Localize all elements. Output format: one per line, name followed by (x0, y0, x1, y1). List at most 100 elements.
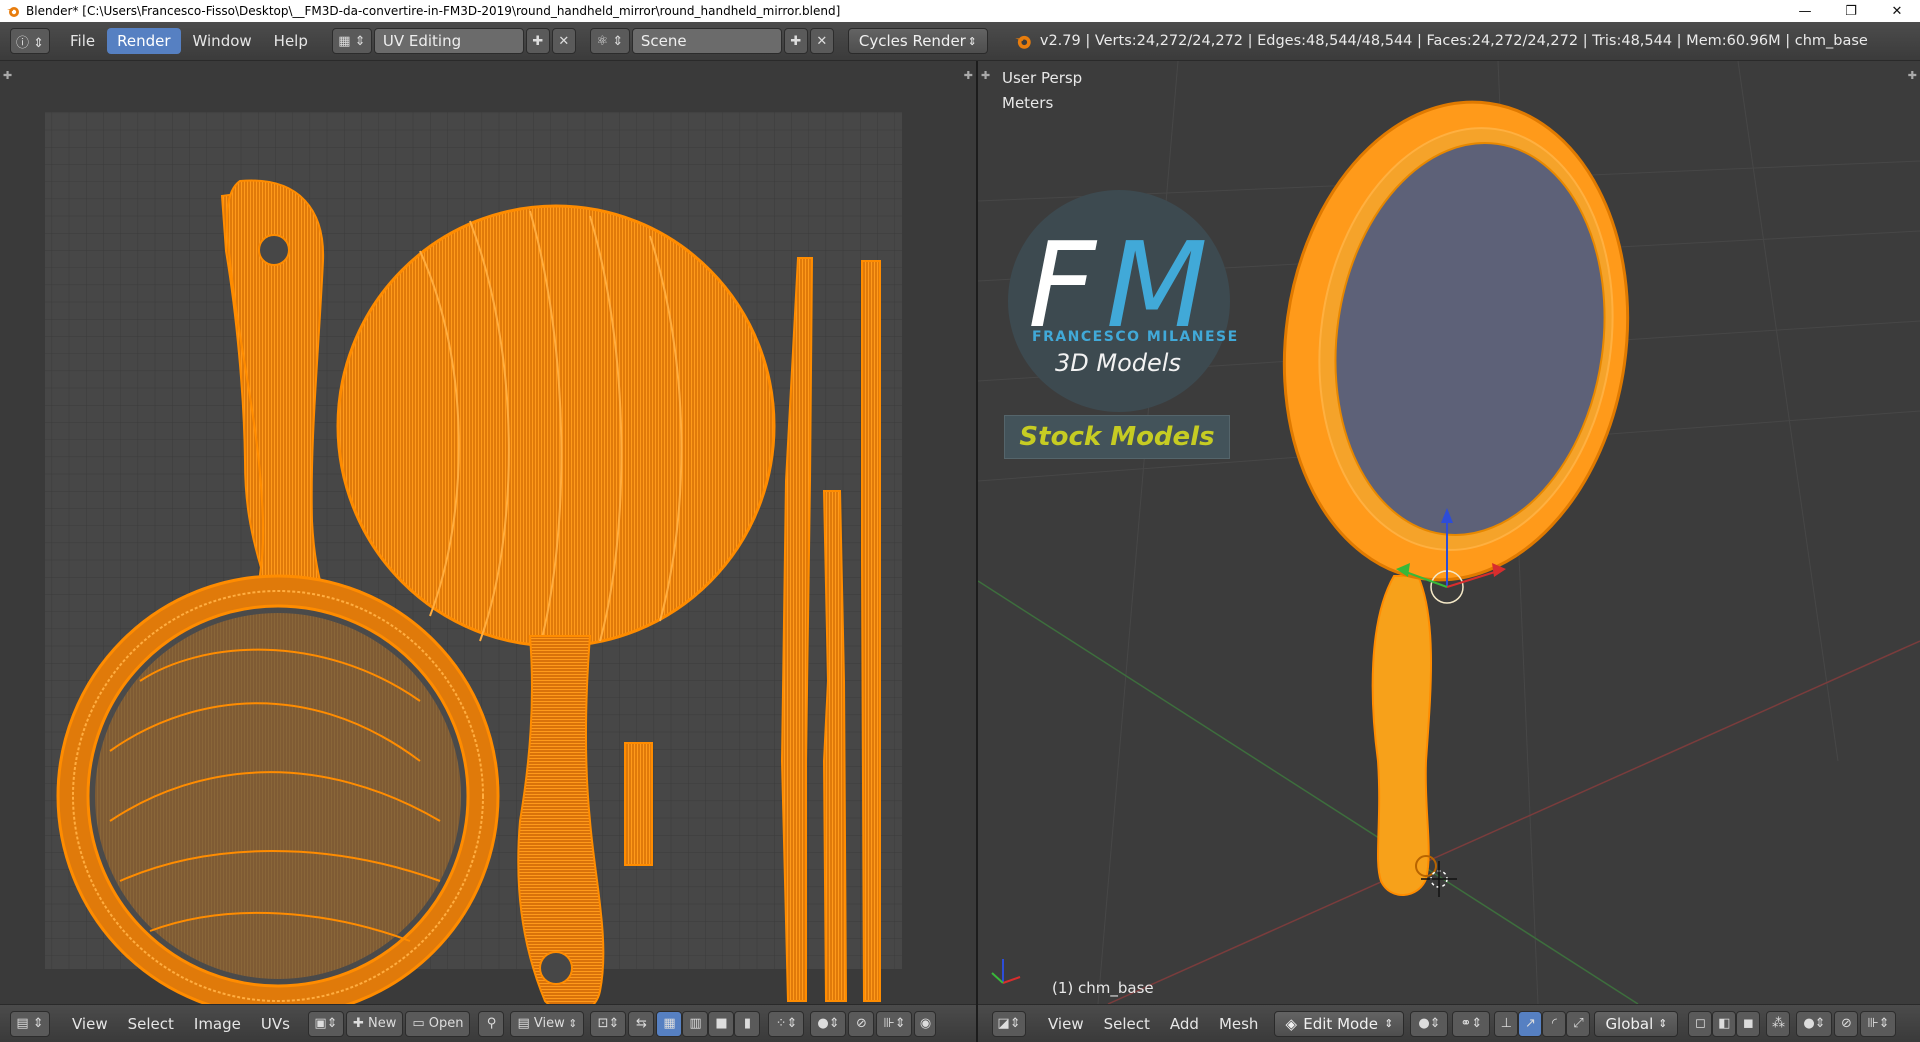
edge-select-mode[interactable]: ◧ (1712, 1010, 1737, 1037)
pin-icon: ⚲ (486, 1016, 497, 1031)
x-axis-line (1107, 640, 1920, 1004)
mode-dropdown[interactable]: ◈ Edit Mode ⇕ (1274, 1010, 1405, 1037)
edge-select-icon: ◧ (1718, 1016, 1731, 1031)
view-mode-label: View (533, 1016, 565, 1031)
snap-toggle[interactable]: ⊘ (1834, 1010, 1859, 1037)
render-engine-label: Cycles Render (858, 32, 966, 50)
toolshelf-expand-icon[interactable]: ✚ (981, 69, 990, 82)
manipulator-toggle[interactable]: ⊥ (1494, 1010, 1519, 1037)
add-scene-button[interactable]: ✚ (783, 28, 808, 54)
dropdown-arrows-icon: ⇕ (1658, 1017, 1668, 1030)
menu-help[interactable]: Help (264, 28, 318, 54)
transform-orientation-dropdown[interactable]: Global ⇕ (1594, 1010, 1679, 1037)
sync-selection-toggle[interactable]: ⇆ (628, 1010, 655, 1037)
translate-manipulator[interactable]: ↗ (1518, 1010, 1543, 1037)
menu-file[interactable]: File (60, 28, 105, 54)
mode-label: Edit Mode (1303, 1014, 1378, 1033)
rotate-icon: ◜ (1551, 1016, 1557, 1031)
menu-view[interactable]: View (62, 1011, 118, 1037)
restore-button[interactable]: ❐ (1828, 0, 1874, 22)
open-image-label: Open (428, 1016, 464, 1031)
snap-toggle[interactable]: ⊘ (848, 1010, 875, 1037)
scale-manipulator[interactable]: ⤢ (1566, 1010, 1591, 1037)
menu-image[interactable]: Image (184, 1011, 251, 1037)
scene-selector[interactable]: ⚛ ⇕ (589, 28, 630, 54)
island-select-mode[interactable]: ▮ (734, 1010, 761, 1037)
snap-element-dropdown[interactable]: ⊪⇕ (1860, 1010, 1897, 1037)
menu-render[interactable]: Render (107, 28, 181, 54)
scene-icon: ⚛ ⇕ (596, 33, 624, 49)
screen-layout-field[interactable]: UV Editing (373, 28, 524, 54)
blender-logo-icon (7, 7, 19, 17)
image-browse-button[interactable]: ▣⇕ (307, 1010, 344, 1037)
plus-icon: ✚ (532, 33, 544, 49)
info-header: ⓘ ⇕ File Render Window Help ▦ ⇕ UV Editi… (0, 22, 1920, 61)
snap-element-dropdown[interactable]: ⊪⇕ (876, 1010, 913, 1037)
menu-view[interactable]: View (1038, 1011, 1094, 1037)
minimize-button[interactable]: — (1782, 0, 1828, 22)
y-axis-line (978, 580, 1639, 1004)
render-slot-button[interactable]: ◉ (914, 1010, 937, 1037)
delete-scene-button[interactable]: ✕ (809, 28, 834, 54)
edge-select-mode[interactable]: ▥ (682, 1010, 709, 1037)
editor-type-button[interactable]: ◪⇕ (992, 1010, 1026, 1037)
info-icon: ⓘ ⇕ (15, 35, 45, 51)
close-button[interactable]: ✕ (1874, 0, 1920, 22)
logo-letter-f: F (1028, 216, 1096, 354)
delete-screen-button[interactable]: ✕ (551, 28, 576, 54)
snap-element-icon: ⊪⇕ (1867, 1016, 1890, 1031)
menu-window[interactable]: Window (183, 28, 262, 54)
logo-author: FRANCESCO MILANESE (1032, 329, 1239, 345)
stock-models-badge: Stock Models (1004, 415, 1230, 459)
uv-island-small-strip (624, 742, 653, 866)
uv-image-editor[interactable]: ✚ ✚ (0, 61, 976, 1004)
scene-field[interactable]: Scene (631, 28, 782, 54)
pivot-point-dropdown[interactable]: ⚭⇕ (1452, 1010, 1491, 1037)
view-name-label: User Persp (1002, 69, 1083, 87)
menu-add[interactable]: Add (1160, 1011, 1209, 1037)
stock-models-label: Stock Models (1019, 422, 1215, 452)
orientation-label: Global (1605, 1014, 1654, 1033)
image-icon: ▣⇕ (314, 1016, 338, 1031)
menu-mesh[interactable]: Mesh (1209, 1011, 1269, 1037)
render-engine-dropdown[interactable]: Cycles Render ⇕ (847, 28, 988, 54)
3d-viewport-header: ◪⇕ View Select Add Mesh ◈ Edit Mode ⇕ ●⇕… (978, 1004, 1920, 1042)
open-image-button[interactable]: ▭ Open (405, 1010, 471, 1037)
logo-subtitle: 3D Models (1055, 349, 1181, 377)
viewport-shading-dropdown[interactable]: ●⇕ (1410, 1010, 1449, 1037)
pin-button[interactable]: ⚲ (478, 1010, 505, 1037)
add-screen-button[interactable]: ✚ (525, 28, 550, 54)
window-titlebar: Blender* [C:\Users\Francesco-Fisso\Deskt… (0, 0, 1920, 22)
face-select-icon: ◼ (1743, 1016, 1754, 1031)
proportional-edit-dropdown[interactable]: ●⇕ (1796, 1010, 1833, 1037)
sticky-selection-dropdown[interactable]: ⁘⇕ (768, 1010, 805, 1037)
3d-view-icon: ◪⇕ (997, 1016, 1021, 1031)
edge-select-icon: ▥ (689, 1016, 702, 1031)
proportional-edit-dropdown[interactable]: ●⇕ (810, 1010, 847, 1037)
pivot-icon: ⚭⇕ (1460, 1016, 1483, 1031)
face-select-mode[interactable]: ■ (708, 1010, 735, 1037)
menu-select[interactable]: Select (118, 1011, 184, 1037)
screen-layout-selector[interactable]: ▦ ⇕ (331, 28, 372, 54)
scale-icon: ⤢ (1573, 1016, 1584, 1031)
window-title: Blender* [C:\Users\Francesco-Fisso\Deskt… (26, 4, 841, 18)
vertex-select-mode[interactable]: ▦ (656, 1010, 683, 1037)
face-select-icon: ■ (715, 1016, 728, 1031)
occlude-geometry-toggle[interactable]: ⁂ (1766, 1010, 1791, 1037)
image-editor-icon: ▤ ⇕ (16, 1016, 44, 1031)
properties-expand-icon[interactable]: ✚ (1908, 69, 1917, 82)
menu-select[interactable]: Select (1094, 1011, 1160, 1037)
main-menu: File Render Window Help (60, 28, 318, 54)
vertex-select-mode[interactable]: ◻ (1688, 1010, 1713, 1037)
uv-canvas[interactable] (0, 61, 976, 1004)
menu-uvs[interactable]: UVs (251, 1011, 300, 1037)
pivot-dropdown[interactable]: ⊡⇕ (590, 1010, 627, 1037)
new-image-button[interactable]: ✚ New (345, 1010, 404, 1037)
edit-mode-icon: ◈ (1285, 1014, 1297, 1033)
pivot-icon: ⊡⇕ (597, 1016, 620, 1031)
rotate-manipulator[interactable]: ◜ (1542, 1010, 1567, 1037)
face-select-mode[interactable]: ◼ (1736, 1010, 1761, 1037)
editor-type-button[interactable]: ▤ ⇕ (10, 1010, 50, 1037)
view-mode-dropdown[interactable]: ▤ View ⇕ (510, 1010, 585, 1037)
editor-type-button[interactable]: ⓘ ⇕ (10, 28, 50, 54)
